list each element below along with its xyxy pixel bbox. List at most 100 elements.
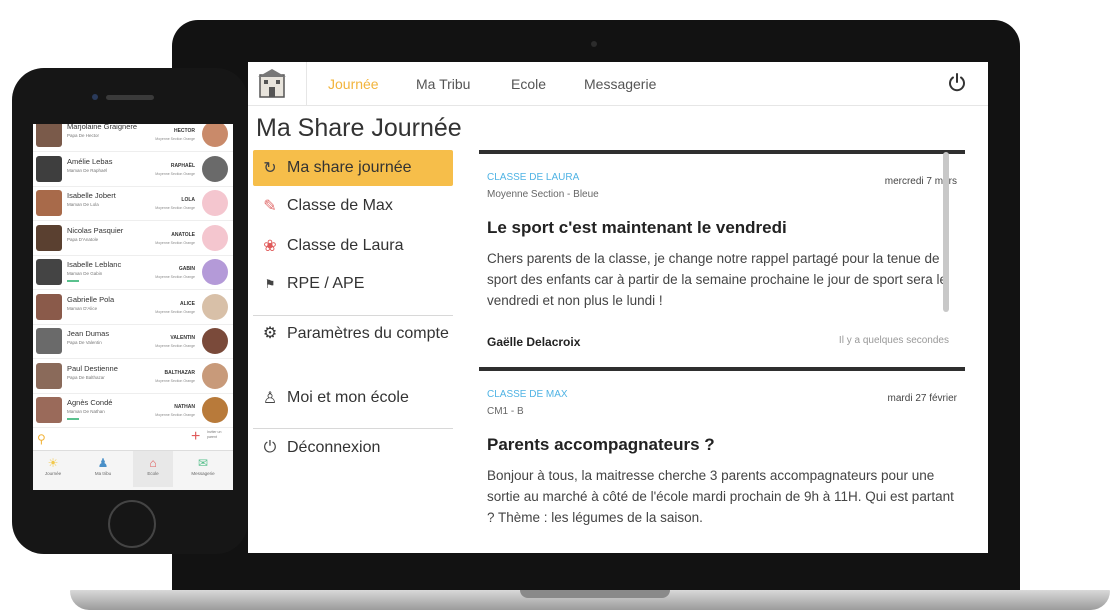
- contact-row[interactable]: Isabelle Jobert Maman De Lola LOLA Moyenne …: [33, 187, 233, 221]
- tab-ma-tribu[interactable]: Ma Tribu: [416, 76, 470, 92]
- child-avatar: [202, 124, 228, 147]
- sidebar-item-ma-share-journee[interactable]: ↻ Ma share journée: [253, 150, 453, 186]
- sidebar-item-parametres[interactable]: ⚙ Paramètres du compte: [253, 320, 453, 348]
- person-icon: ♙: [262, 390, 278, 407]
- sidebar-item-label: Ma share journée: [287, 159, 412, 176]
- parent-avatar: [36, 362, 62, 389]
- sidebar-item-moi-et-mon-ecole[interactable]: ♙ Moi et mon école: [253, 380, 453, 416]
- phone-camera: [92, 94, 98, 100]
- contact-row[interactable]: Agnès Condé Maman De Nathan NATHAN Moyenne …: [33, 394, 233, 428]
- parent-name: Nicolas Pasquier: [67, 225, 124, 235]
- contact-row[interactable]: Marjolaine Graignere Papa De Hector HECTOR…: [33, 124, 233, 152]
- parent-relation: Maman D'Alice: [67, 305, 98, 311]
- tab-messagerie[interactable]: Messagerie: [584, 76, 656, 92]
- school-kid-icon: ✎: [263, 198, 277, 215]
- feed-card[interactable]: CLASSE DE LAURA mercredi 7 mars Moyenne …: [479, 150, 965, 349]
- add-parent-icon[interactable]: +: [191, 428, 200, 446]
- contact-row[interactable]: Amélie Lebas Maman De Raphaël RAPHAËL Moyen…: [33, 153, 233, 187]
- child-avatar: [202, 328, 228, 354]
- parent-relation: Papa D'Anatole: [67, 236, 99, 242]
- logout-label: Déconnexion: [287, 439, 381, 456]
- child-avatar: [202, 224, 228, 251]
- parent-relation: Papa De Balthazar: [67, 374, 105, 380]
- sidebar-item-label: RPE / APE: [287, 275, 365, 292]
- page-title: Ma Share Journée: [256, 114, 462, 142]
- online-indicator: [67, 280, 79, 282]
- parent-name: Isabelle Jobert: [67, 191, 116, 200]
- parent-relation: Maman De Nathan: [67, 409, 105, 414]
- parent-name: Isabelle Leblanc: [67, 260, 122, 269]
- parent-name: Paul Destienne: [67, 363, 118, 373]
- child-avatar: [202, 362, 228, 389]
- child-avatar: [202, 293, 228, 320]
- sun-icon: ☀: [47, 456, 59, 470]
- card-subtitle: CM1 - B: [487, 406, 524, 417]
- sidebar-item-classe-de-laura[interactable]: ❀ Classe de Laura: [253, 228, 453, 264]
- gear-icon: ⚙: [262, 325, 278, 342]
- laptop-screen: Journée Ma Tribu Ecole Messagerie Ma Sha…: [248, 62, 988, 553]
- online-indicator: [67, 418, 79, 420]
- parent-relation: Papa De Hector: [67, 133, 100, 138]
- group-icon: ⚑: [264, 277, 276, 291]
- power-icon[interactable]: [946, 72, 968, 94]
- child-class: Moyenne Section Orange: [155, 413, 195, 417]
- child-avatar: [202, 397, 228, 423]
- parent-name: Marjolaine Graignere: [67, 124, 138, 131]
- invite-parent-label[interactable]: Inviter un parent: [207, 430, 231, 440]
- phone-tab-ecole[interactable]: ⌂ Ecole: [133, 451, 173, 487]
- child-name: VALENTIN: [170, 335, 195, 341]
- parent-avatar: [36, 397, 62, 423]
- contact-row[interactable]: Jean Dumas Papa De Valentin VALENTIN Moyenn…: [33, 325, 233, 359]
- contact-row[interactable]: Isabelle Leblanc Maman De Gabin GABIN Moyen…: [33, 256, 233, 290]
- sidebar-item-rpe-ape[interactable]: ⚑ RPE / APE: [253, 266, 453, 302]
- card-class-name[interactable]: CLASSE DE MAX: [487, 389, 957, 400]
- phone-home-button[interactable]: [108, 500, 156, 548]
- contact-row[interactable]: Paul Destienne Papa De Balthazar BALTHAZAR…: [33, 360, 233, 394]
- child-name: NATHAN: [174, 404, 195, 410]
- logout-power-icon: ⏻: [263, 439, 277, 456]
- sidebar-item-label: Moi et mon école: [287, 389, 409, 406]
- child-name: GABIN: [178, 266, 195, 272]
- contact-row[interactable]: Gabrielle Pola Maman D'Alice ALICE Moyenne …: [33, 291, 233, 325]
- school-logo-icon[interactable]: [256, 67, 288, 101]
- top-navigation: Journée Ma Tribu Ecole Messagerie: [248, 62, 988, 106]
- card-timestamp: Il y a quelques secondes: [838, 335, 949, 346]
- phone-tabbar: ☀ Journée ♟ Ma tribu ⌂ Ecole ✉ Messageri…: [33, 450, 233, 490]
- girl-book-icon: ❀: [263, 238, 277, 255]
- tribe-icon: ♟: [97, 456, 109, 470]
- child-class: Moyenne Section Orange: [155, 137, 195, 141]
- child-class: Moyenne Section Orange: [155, 309, 195, 314]
- parent-name: Agnès Condé: [67, 398, 113, 407]
- feed-card[interactable]: CLASSE DE MAX mardi 27 février CM1 - B P…: [479, 367, 965, 528]
- child-class: Moyenne Section Orange: [155, 378, 195, 383]
- child-name: ALICE: [180, 300, 195, 307]
- contact-row[interactable]: Nicolas Pasquier Papa D'Anatole ANATOLE Moy…: [33, 222, 233, 256]
- parent-avatar: [36, 259, 62, 285]
- card-subtitle: Moyenne Section - Bleue: [487, 189, 599, 200]
- logout-button[interactable]: ⏻ Déconnexion: [253, 430, 453, 466]
- school-icon: ⌂: [149, 456, 157, 470]
- phone-tab-ma-tribu[interactable]: ♟ Ma tribu: [83, 455, 123, 476]
- sidebar-item-classe-de-max[interactable]: ✎ Classe de Max: [253, 188, 453, 224]
- child-class: Moyenne Section Orange: [155, 344, 195, 348]
- phone-device: Marjolaine Graignere Papa De Hector HECTOR…: [12, 68, 248, 554]
- phone-speaker: [106, 95, 154, 100]
- parent-relation: Maman De Raphaël: [67, 167, 108, 173]
- search-icon[interactable]: ⚲: [37, 432, 46, 446]
- phone-tab-journee[interactable]: ☀ Journée: [33, 455, 73, 476]
- child-avatar: [202, 155, 228, 182]
- parent-avatar: [36, 190, 62, 216]
- child-name: ANATOLE: [171, 231, 195, 238]
- sidebar-item-label: Classe de Laura: [287, 237, 404, 254]
- tab-ecole[interactable]: Ecole: [511, 76, 546, 92]
- parent-avatar: [36, 224, 62, 251]
- phone-tab-messagerie[interactable]: ✉ Messagerie: [183, 455, 223, 476]
- card-title: Parents accompagnateurs ?: [487, 435, 715, 454]
- laptop-notch: [520, 590, 670, 598]
- parent-relation: Maman De Lola: [67, 202, 99, 207]
- child-class: Moyenne Section Orange: [155, 171, 195, 176]
- card-title: Le sport c'est maintenant le vendredi: [487, 218, 787, 237]
- phone-tab-label: Messagerie: [191, 471, 215, 476]
- feed-scrollbar[interactable]: [943, 152, 949, 312]
- tab-journee[interactable]: Journée: [328, 76, 379, 92]
